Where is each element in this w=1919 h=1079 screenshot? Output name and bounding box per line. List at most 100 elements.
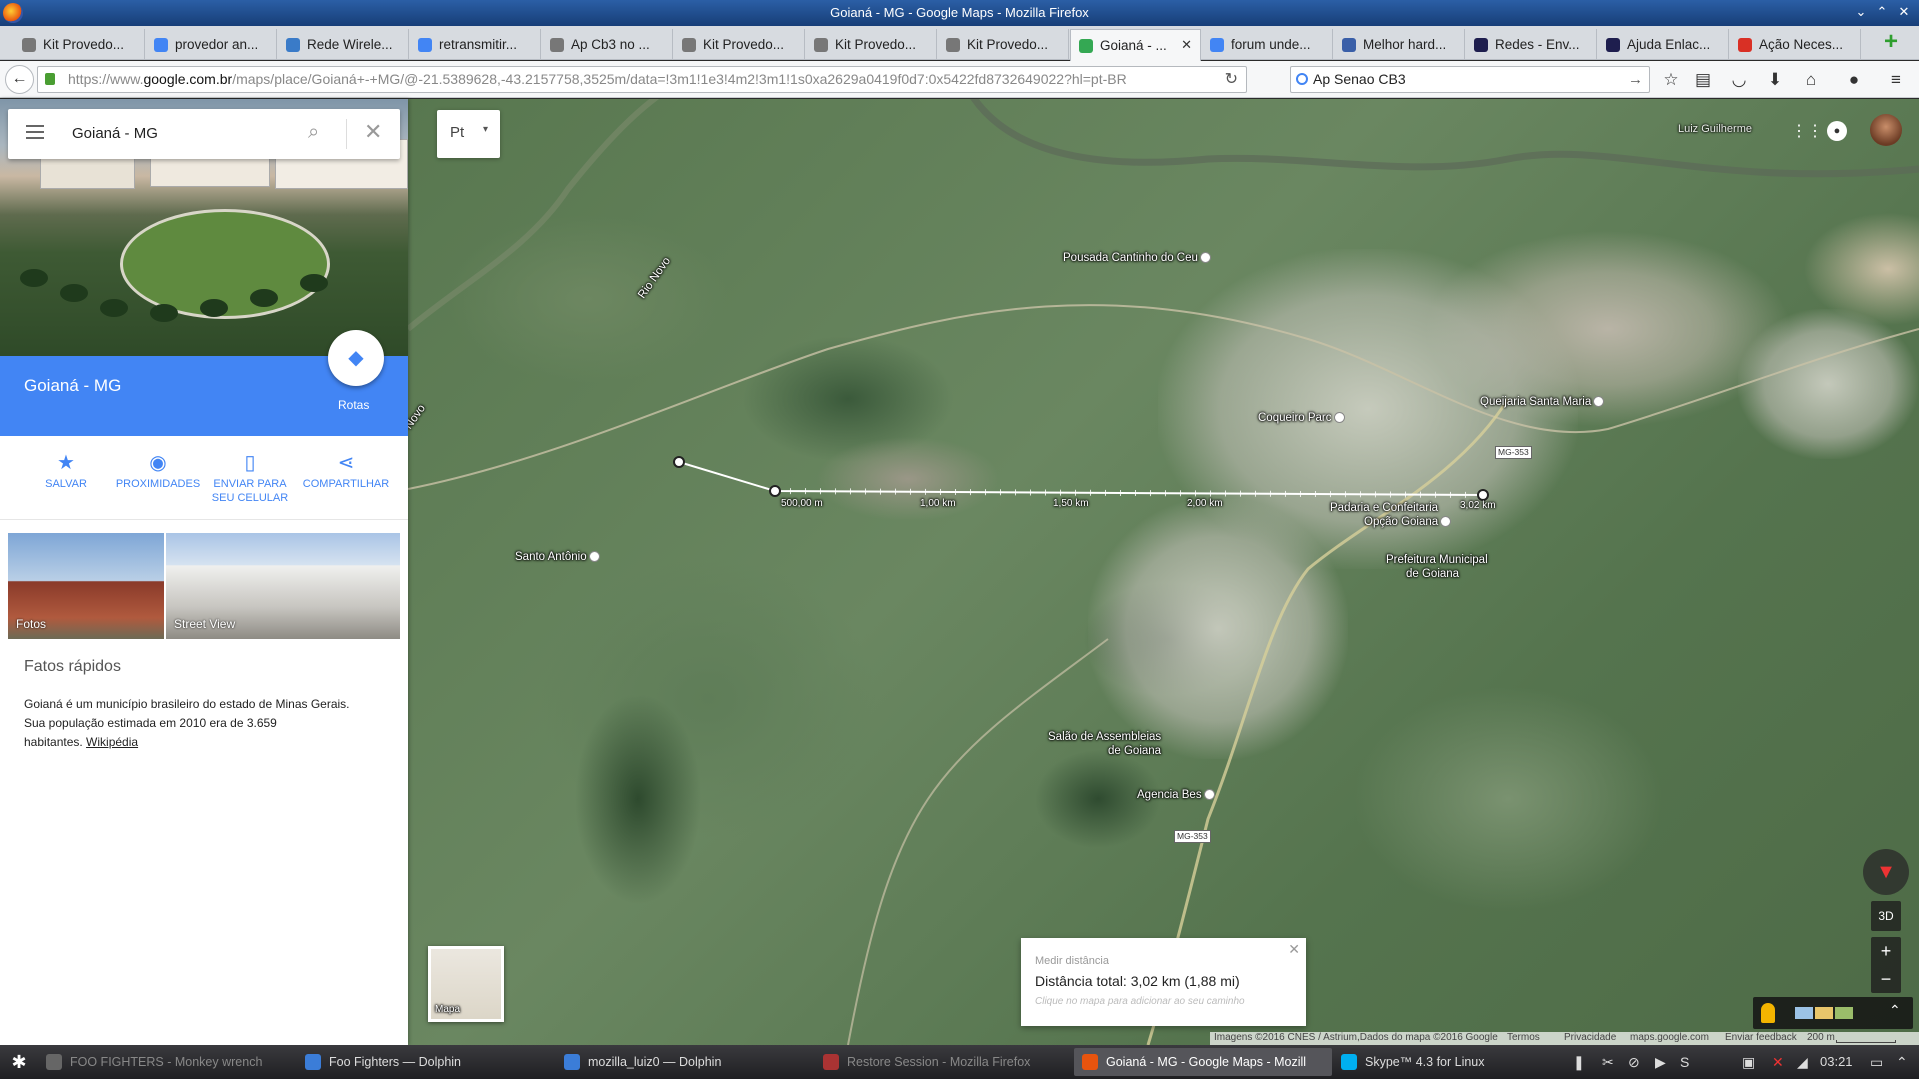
clear-icon[interactable]: ✕ (364, 119, 382, 145)
menu-icon[interactable] (26, 125, 44, 139)
hamburger-menu-icon[interactable]: ≡ (1885, 69, 1907, 91)
home-icon[interactable]: ⌂ (1800, 69, 1822, 91)
feedback-link[interactable]: Enviar feedback (1725, 1032, 1797, 1043)
tab-9[interactable]: Goianá - ... ✕ (1070, 29, 1201, 61)
apps-grid-icon[interactable]: ⋮⋮ (1791, 121, 1823, 140)
search-go-icon[interactable]: → (1628, 67, 1643, 92)
nearby-button[interactable]: ◉ PROXIMIDADES (113, 451, 203, 491)
compass-icon[interactable]: ▼ (1863, 849, 1909, 895)
poi-label[interactable]: Queijaria Santa Maria (1480, 396, 1605, 408)
tab-3[interactable]: Rede Wirele... (278, 29, 409, 60)
scale-label[interactable]: 200 m (1807, 1032, 1835, 1043)
display-icon[interactable]: ▣ (1742, 1054, 1755, 1071)
network-icon[interactable]: ✕ (1772, 1054, 1784, 1071)
zoom-out-button[interactable]: − (1871, 965, 1901, 993)
layer-thumb[interactable] (1815, 1007, 1833, 1019)
expand-icon[interactable]: ⌃ (1889, 1002, 1901, 1019)
clipboard-icon[interactable]: ⊘ (1628, 1054, 1640, 1071)
maps-search-box[interactable]: Goianá - MG ⌕ ✕ (8, 109, 400, 159)
wikipedia-link[interactable]: Wikipédia (86, 735, 138, 749)
taskbar-item[interactable]: Goianá - MG - Google Maps - Mozill (1074, 1048, 1332, 1076)
photos-thumbnail[interactable]: Fotos (8, 533, 164, 639)
zoom-in-button[interactable]: + (1871, 937, 1901, 965)
map-type-toggle[interactable]: Mapa (428, 946, 504, 1022)
facts-title: Fatos rápidos (24, 658, 121, 675)
poi-label[interactable]: de Goiana (1406, 568, 1459, 580)
satellite-map[interactable]: 500,00 m 1,00 km 1,50 km 2,00 km 3,02 km… (408, 99, 1919, 1045)
layer-thumb[interactable] (1795, 1007, 1813, 1019)
tab-14[interactable]: Ação Neces... (1730, 29, 1861, 60)
taskbar-item[interactable]: Foo Fighters — Dolphin (297, 1048, 555, 1076)
terms-link[interactable]: Termos (1507, 1032, 1540, 1043)
poi-label[interactable]: Agencia Bes (1137, 789, 1215, 801)
media-play-icon[interactable]: ▶ (1655, 1054, 1666, 1071)
poi-label[interactable]: Prefeitura Municipal (1386, 554, 1488, 566)
close-tab-icon[interactable]: ✕ (1181, 37, 1192, 53)
taskbar-label: mozilla_luiz0 — Dolphin (588, 1055, 722, 1069)
poi-label[interactable]: Santo Antônio (515, 551, 600, 563)
volume-icon[interactable]: ◢ (1797, 1054, 1808, 1071)
desktop-icon[interactable]: ▭ (1870, 1054, 1883, 1071)
privacy-link[interactable]: Privacidade (1564, 1032, 1616, 1043)
new-tab-button[interactable]: + (1876, 28, 1906, 58)
minimize-icon[interactable]: ⌄ (1853, 4, 1869, 20)
tab-6[interactable]: Kit Provedo... (674, 29, 805, 60)
poi-label[interactable]: Coqueiro Parc (1258, 412, 1345, 424)
tab-5[interactable]: Ap Cb3 no ... (542, 29, 673, 60)
search-query[interactable]: Goianá - MG (72, 125, 158, 142)
taskbar-item[interactable]: Restore Session - Mozilla Firefox (815, 1048, 1073, 1076)
tab-12[interactable]: Redes - Env... (1466, 29, 1597, 60)
poi-label[interactable]: Pousada Cantinho do Ceu (1063, 252, 1211, 264)
tab-10[interactable]: forum unde... (1202, 29, 1333, 60)
poi-label[interactable]: Salão de Assembleias (1048, 731, 1161, 743)
taskbar-item[interactable]: Skype™ 4.3 for Linux (1333, 1048, 1591, 1076)
back-button[interactable]: ← (5, 65, 34, 94)
taskbar-item[interactable]: mozilla_luiz0 — Dolphin (556, 1048, 814, 1076)
tab-8[interactable]: Kit Provedo... (938, 29, 1069, 60)
layers-strip[interactable]: ⌃ (1753, 997, 1913, 1029)
share-button[interactable]: ⋖ COMPARTILHAR (296, 451, 396, 491)
notifications-icon[interactable]: ● (1827, 121, 1847, 141)
route-label[interactable]: Rotas (338, 398, 369, 412)
maximize-icon[interactable]: ⌃ (1874, 4, 1890, 20)
pocket-icon[interactable]: ◡ (1728, 69, 1750, 91)
close-icon[interactable]: ✕ (1288, 941, 1300, 958)
search-icon[interactable]: ⌕ (308, 121, 319, 144)
tray-expand-icon[interactable]: ⌃ (1896, 1054, 1908, 1071)
notification-icon[interactable]: ❚ (1573, 1054, 1585, 1071)
tools-icon[interactable]: ✂ (1602, 1054, 1614, 1071)
taskbar-item[interactable]: FOO FIGHTERS - Monkey wrench (38, 1048, 296, 1076)
tab-4[interactable]: retransmitir... (410, 29, 541, 60)
user-name[interactable]: Luiz Guilherme (1678, 123, 1752, 135)
kde-menu-icon[interactable]: ✱ (8, 1051, 30, 1073)
tab-7[interactable]: Kit Provedo... (806, 29, 937, 60)
poi-label[interactable]: de Goiana (1108, 745, 1161, 757)
url-bar[interactable]: https://www.google.com.br/maps/place/Goi… (37, 66, 1247, 93)
3d-button[interactable]: 3D (1871, 901, 1901, 931)
tab-13[interactable]: Ajuda Enlac... (1598, 29, 1729, 60)
ruler-tick: 500,00 m (781, 498, 823, 509)
layer-thumb[interactable] (1835, 1007, 1853, 1019)
bookmark-star-icon[interactable]: ☆ (1660, 69, 1682, 91)
tab-1[interactable]: Kit Provedo... (14, 29, 145, 60)
pegman-icon[interactable] (1761, 1003, 1775, 1023)
close-window-icon[interactable]: ✕ (1896, 4, 1912, 20)
skype-tray-icon[interactable]: S (1680, 1054, 1689, 1070)
avatar[interactable] (1870, 114, 1902, 146)
poi-label[interactable]: Padaria e Confeitaria (1330, 502, 1438, 514)
reload-icon[interactable]: ↻ (1225, 67, 1238, 92)
save-button[interactable]: ★ SALVAR (21, 451, 111, 491)
streetview-thumbnail[interactable]: Street View (166, 533, 400, 639)
tab-11[interactable]: Melhor hard... (1334, 29, 1465, 60)
tab-2[interactable]: provedor an... (146, 29, 277, 60)
directions-button[interactable]: ◆ (328, 330, 384, 386)
reading-list-icon[interactable]: ▤ (1692, 69, 1714, 91)
download-icon[interactable]: ⬇ (1764, 69, 1786, 91)
send-to-phone-button[interactable]: ▯ ENVIAR PARA SEU CELULAR (205, 451, 295, 505)
search-bar[interactable]: Ap Senao CB3 → (1290, 66, 1650, 93)
clock[interactable]: 03:21 (1820, 1054, 1853, 1069)
maps-domain[interactable]: maps.google.com (1630, 1032, 1709, 1043)
poi-label[interactable]: Opção Goiana (1364, 516, 1452, 528)
chat-icon[interactable]: ● (1843, 69, 1865, 91)
language-select[interactable]: Pt ▾ (437, 110, 500, 158)
